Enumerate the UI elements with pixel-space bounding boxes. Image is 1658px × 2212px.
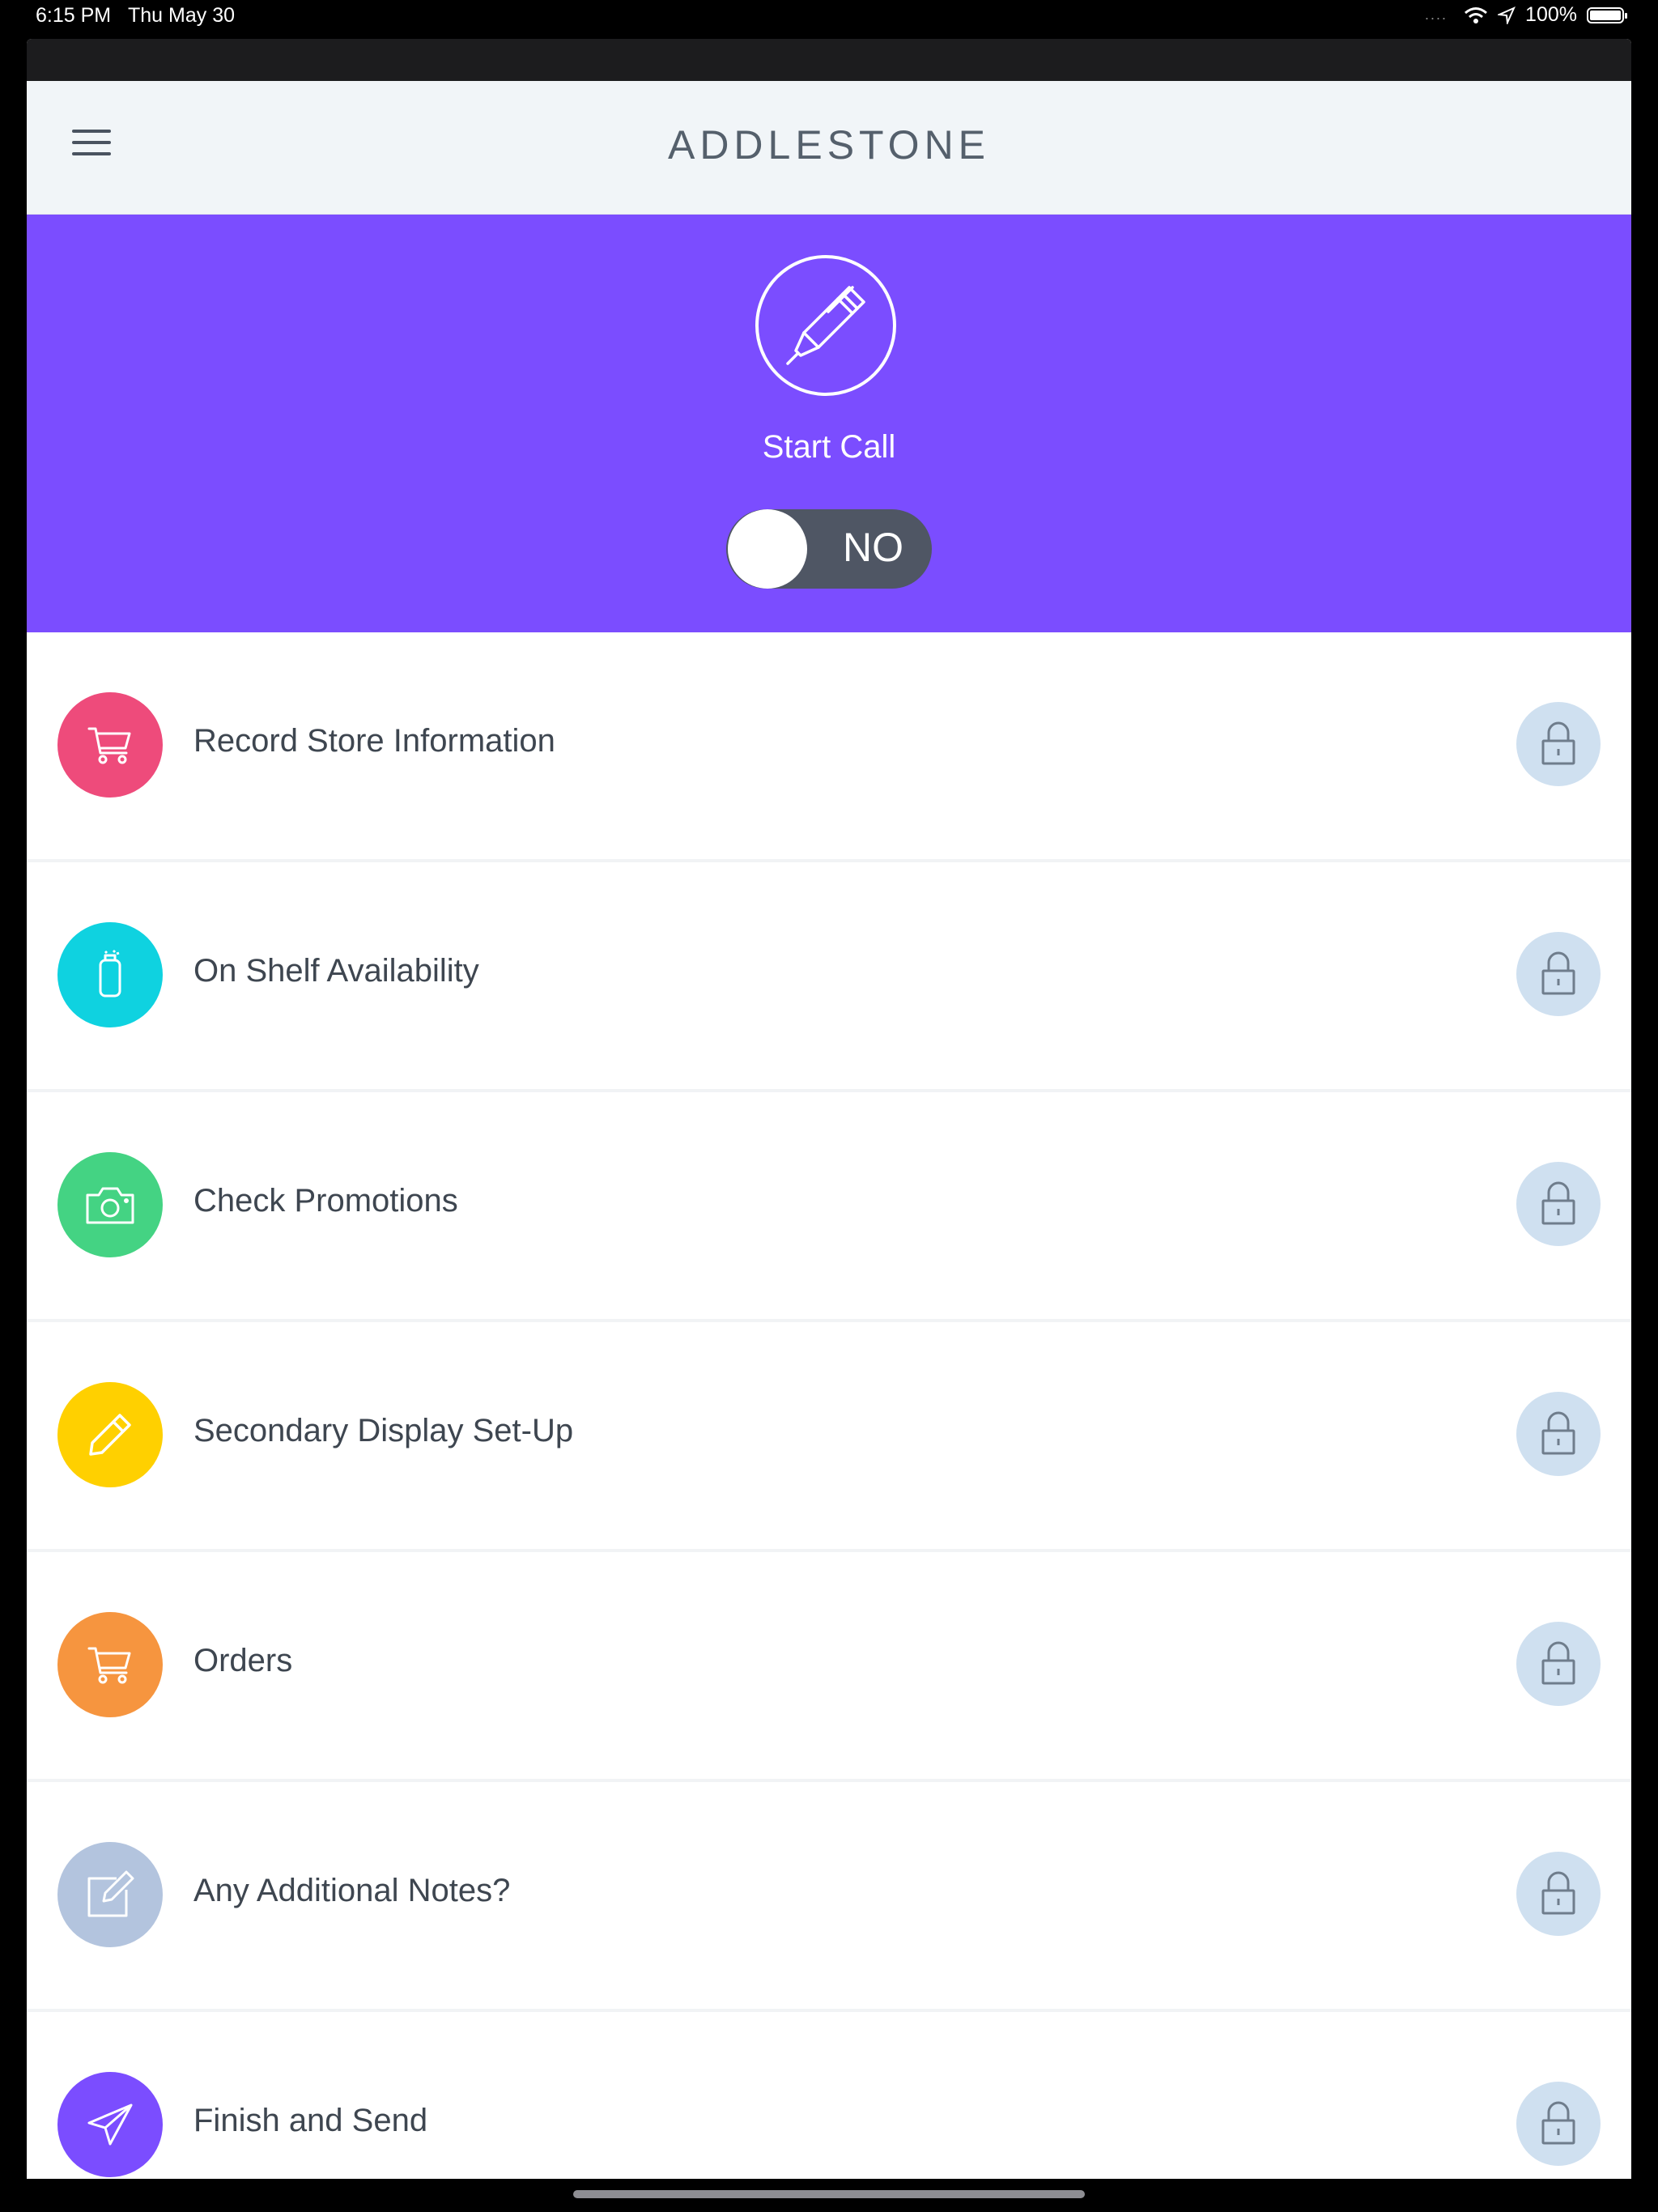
app-window: ADDLESTONE Start Call NO Record Store In… <box>27 39 1631 2179</box>
task-row-check-promotions[interactable]: Check Promotions <box>27 1092 1631 1322</box>
task-row-additional-notes[interactable]: Any Additional Notes? <box>27 1782 1631 2012</box>
task-row-orders[interactable]: Orders <box>27 1552 1631 1782</box>
task-label: On Shelf Availability <box>193 953 479 989</box>
task-label: Secondary Display Set-Up <box>193 1413 574 1448</box>
task-row-on-shelf-availability[interactable]: On Shelf Availability <box>27 862 1631 1092</box>
bottle-icon <box>57 922 163 1027</box>
lock-icon <box>1516 1852 1601 1936</box>
signal-dots-icon: .... <box>1425 6 1448 23</box>
start-call-label: Start Call <box>762 429 896 465</box>
task-label: Finish and Send <box>193 2103 428 2138</box>
camera-icon <box>57 1152 163 1257</box>
toggle-knob <box>728 509 807 589</box>
battery-icon <box>1587 6 1627 23</box>
lock-icon <box>1516 932 1601 1016</box>
paper-plane-icon <box>57 2072 163 2177</box>
task-label: Check Promotions <box>193 1183 458 1219</box>
location-arrow-icon <box>1498 6 1516 24</box>
start-call-toggle[interactable]: NO <box>726 509 932 589</box>
task-label: Any Additional Notes? <box>193 1873 511 1908</box>
status-right: .... 100% <box>1425 3 1627 27</box>
status-time: 6:15 PM <box>36 4 112 27</box>
lock-icon <box>1516 702 1601 786</box>
toggle-state-label: NO <box>843 525 903 570</box>
status-date: Thu May 30 <box>128 4 236 27</box>
pencil-icon <box>57 1382 163 1487</box>
status-bar: 6:15 PM Thu May 30 .... 100% <box>0 0 1658 34</box>
task-row-secondary-display-setup[interactable]: Secondary Display Set-Up <box>27 1322 1631 1552</box>
top-strip <box>27 39 1631 81</box>
lock-icon <box>1516 1622 1601 1706</box>
navbar: ADDLESTONE <box>27 81 1631 215</box>
task-label: Record Store Information <box>193 723 555 759</box>
start-call-button[interactable] <box>755 255 896 396</box>
note-edit-icon <box>57 1842 163 1947</box>
lock-icon <box>1516 2082 1601 2166</box>
task-list: Record Store Information On Shelf Availa… <box>27 632 1631 2179</box>
pen-icon <box>786 286 865 365</box>
task-label: Orders <box>193 1643 293 1678</box>
battery-percent: 100% <box>1525 3 1577 26</box>
lock-icon <box>1516 1162 1601 1246</box>
page-title: ADDLESTONE <box>667 122 991 168</box>
cart-icon <box>57 692 163 798</box>
home-indicator[interactable] <box>573 2190 1085 2198</box>
start-call-panel: Start Call NO <box>27 215 1631 632</box>
task-row-record-store-information[interactable]: Record Store Information <box>27 632 1631 862</box>
task-row-finish-and-send[interactable]: Finish and Send <box>27 2012 1631 2179</box>
wifi-icon <box>1465 6 1488 23</box>
lock-icon <box>1516 1392 1601 1476</box>
cart-icon <box>57 1612 163 1717</box>
